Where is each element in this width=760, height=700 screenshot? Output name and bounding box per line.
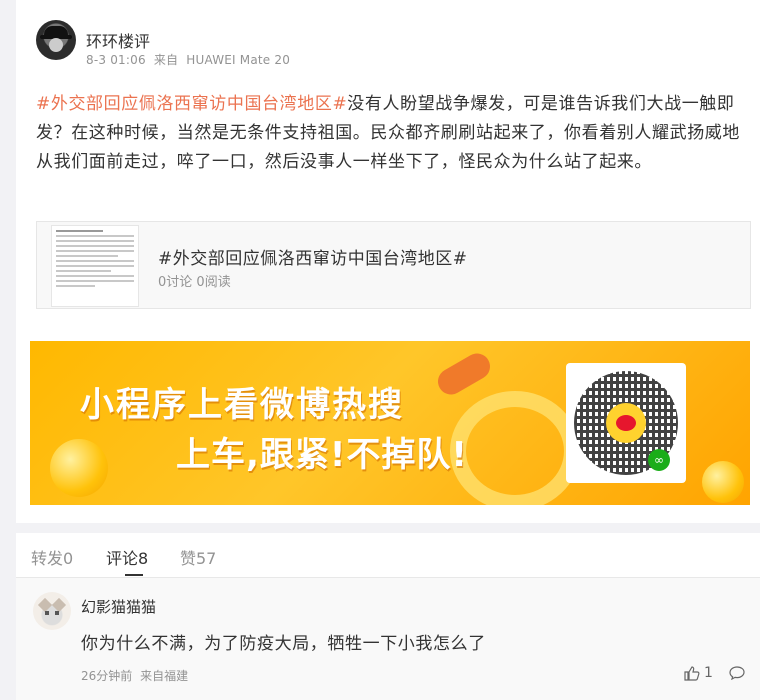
promo-banner[interactable]: 小程序上看微博热搜 上车,跟紧!不掉队! ∞ [30, 341, 750, 505]
rocket-icon [433, 348, 495, 400]
tab-forward[interactable]: 转发0 [31, 545, 73, 569]
author-name[interactable]: 环环楼评 [86, 28, 150, 52]
topic-title[interactable]: #外交部回应佩洛西窜访中国台湾地区# [158, 244, 468, 269]
commenter-name[interactable]: 幻影猫猫猫 [81, 596, 156, 617]
qr-code: ∞ [566, 363, 686, 483]
post-time[interactable]: 8-3 01:06 [86, 53, 146, 67]
mini-program-icon: ∞ [648, 449, 670, 471]
post-meta: 8-3 01:06 来自 HUAWEI Mate 20 [86, 51, 294, 68]
topic-stats: 0讨论 0阅读 [158, 271, 231, 290]
topic-thumbnail [51, 225, 139, 307]
comment-like-button[interactable]: 1 [684, 665, 713, 681]
interaction-panel: 转发0 评论8 赞57 幻影猫猫猫 你为什么不满，为了防疫大局，牺牲一下小我怎么… [16, 533, 760, 700]
topic-reads: 0阅读 [196, 275, 231, 290]
comment-time: 26分钟前 [81, 669, 133, 683]
tab-comments[interactable]: 评论8 [106, 545, 148, 569]
comment-meta: 26分钟前 来自福建 [81, 667, 192, 684]
post-body: #外交部回应佩洛西窜访中国台湾地区#没有人盼望战争爆发，可是谁告诉我们大战一触即… [36, 90, 741, 177]
comment-source: 来自福建 [140, 669, 189, 683]
comment-item: 幻影猫猫猫 你为什么不满，为了防疫大局，牺牲一下小我怎么了 26分钟前 来自福建… [16, 578, 760, 700]
tab-likes[interactable]: 赞57 [180, 545, 216, 569]
post-source-prefix: 来自 [153, 53, 179, 67]
comment-text: 你为什么不满，为了防疫大局，牺牲一下小我怎么了 [81, 634, 486, 654]
banner-headline: 小程序上看微博热搜 [80, 385, 404, 425]
banner-subline: 上车,跟紧!不掉队! [176, 435, 468, 475]
topic-card[interactable]: #外交部回应佩洛西窜访中国台湾地区# 0讨论 0阅读 [36, 221, 751, 309]
author-avatar[interactable] [36, 20, 76, 60]
post-hashtag-link[interactable]: #外交部回应佩洛西窜访中国台湾地区# [36, 94, 347, 114]
topic-discussions: 0讨论 [158, 275, 193, 290]
post-card: 环环楼评 8-3 01:06 来自 HUAWEI Mate 20 #外交部回应佩… [16, 0, 760, 523]
weibo-logo-icon [606, 403, 646, 443]
reply-icon[interactable] [729, 666, 745, 680]
post-device: HUAWEI Mate 20 [186, 53, 291, 67]
comment-like-count: 1 [704, 665, 713, 681]
active-tab-indicator [125, 574, 143, 576]
commenter-avatar[interactable] [33, 592, 71, 630]
thumbs-up-icon [684, 665, 700, 681]
